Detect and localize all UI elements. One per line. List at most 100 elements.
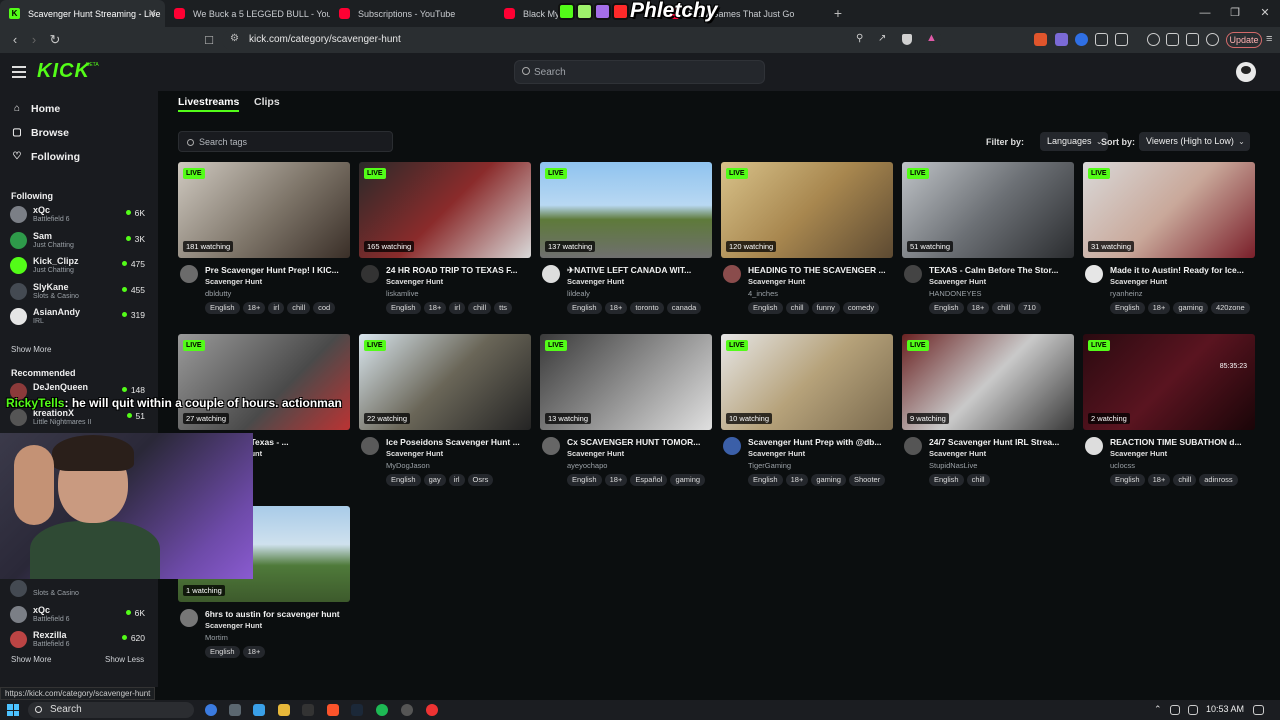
settings-icon[interactable] [229,704,241,716]
stream-tag[interactable]: 18+ [1147,474,1171,486]
avatar[interactable] [361,437,379,455]
avatar[interactable] [1085,437,1103,455]
stream-tag[interactable]: 18+ [966,302,990,314]
stream-card[interactable]: LIVE 31 watching Made it to Austin! Ready … [1083,162,1255,327]
stream-tag[interactable]: English [205,302,240,314]
avatar[interactable] [723,437,741,455]
streamer-name[interactable]: HANDONEYES [929,289,982,298]
stream-category[interactable]: Scavenger Hunt [567,449,624,458]
stream-title[interactable]: TEXAS - Calm Before The Stor... [929,265,1073,275]
show-more-recommended-link[interactable]: Show More [11,655,51,664]
stream-title[interactable]: 24 HR ROAD TRIP TO TEXAS F... [386,265,530,275]
stream-thumbnail[interactable]: LIVE 31 watching [1083,162,1255,258]
steam-icon[interactable] [351,704,363,716]
share-icon[interactable]: ↗ [878,33,886,44]
vpn-icon[interactable] [1206,33,1219,46]
stream-tag[interactable]: funny [811,302,840,314]
browser-tab[interactable]: Subscriptions - YouTube [330,0,495,27]
stream-card[interactable]: LIVE 51 watching TEXAS - Calm Before The S… [902,162,1074,327]
stream-title[interactable]: Cx SCAVENGER HUNT TOMOR... [567,437,711,447]
stream-thumbnail[interactable]: LIVE 9 watching [902,334,1074,430]
user-avatar[interactable] [1236,62,1256,82]
sidebar-nav-home[interactable]: ⌂ Home [11,101,60,117]
avatar[interactable] [180,609,198,627]
stream-tag[interactable]: English [567,474,602,486]
stream-title[interactable]: 6hrs to austin for scavenger hunt [205,609,349,619]
stream-category[interactable]: Scavenger Hunt [1110,277,1167,286]
stream-title[interactable]: Made it to Austin! Ready for Ice... [1110,265,1254,275]
sidebar-channel[interactable]: xQc Battlefield 6 6K [10,203,150,227]
stream-title[interactable]: HEADING TO THE SCAVENGER ... [748,265,892,275]
stream-category[interactable]: Scavenger Hunt [205,277,262,286]
stream-thumbnail[interactable]: LIVE 10 watching [721,334,893,430]
spotify-icon[interactable] [376,704,388,716]
obs-icon[interactable] [401,704,413,716]
stream-tag[interactable]: 18+ [242,302,266,314]
notifications-icon[interactable] [1253,705,1264,715]
stream-thumbnail[interactable]: LIVE 120 watching [721,162,893,258]
language-filter-dropdown[interactable]: Languages ⌄ [1040,132,1108,151]
stream-card[interactable]: LIVE 22 watching Ice Poseidons Scavenger H… [359,334,531,499]
sidebar-channel[interactable]: Sam Just Chatting 3K [10,229,150,253]
avatar[interactable] [180,265,198,283]
browser-tab[interactable]: We Buck a 5 LEGGED BULL - YouTube [165,0,330,27]
file-explorer-icon[interactable] [278,704,290,716]
avatar[interactable] [723,265,741,283]
stream-title[interactable]: Scavenger Hunt Prep with @db... [748,437,892,447]
streamer-name[interactable]: 4_inches [748,289,778,298]
extension-icon[interactable] [1055,33,1068,46]
stream-thumbnail[interactable]: LIVE 27 watching [178,334,350,430]
stream-tag[interactable]: English [1110,302,1145,314]
extensions-puzzle-icon[interactable] [1095,33,1108,46]
stream-tag[interactable]: gaming [1173,302,1208,314]
stream-title[interactable]: ✈NATIVE LEFT CANADA WIT... [567,265,711,276]
shield-icon[interactable] [902,34,912,45]
stream-tag[interactable]: English [1110,474,1145,486]
back-icon[interactable]: ‹ [6,31,24,49]
sidebar-nav-following[interactable]: ♡ Following [11,149,80,165]
tray-chevron-up-icon[interactable]: ⌃ [1154,704,1162,715]
sidebar-toggle-icon[interactable] [1166,33,1179,46]
avatar[interactable] [542,265,560,283]
new-tab-button[interactable]: + [825,0,851,27]
zoom-icon[interactable]: ⚲ [856,33,863,44]
stream-category[interactable]: Scavenger Hunt [1110,449,1167,458]
stream-tag[interactable]: English [567,302,602,314]
stream-tag[interactable]: adinross [1199,474,1238,486]
stream-tag[interactable]: irl [268,302,285,314]
tab-clips[interactable]: Clips [254,96,280,108]
stream-category[interactable]: Scavenger Hunt [386,449,443,458]
streamer-name[interactable]: MyDogJason [386,461,430,470]
sidebar-channel[interactable]: xQc Battlefield 6 6K [10,603,150,627]
stream-title[interactable]: REACTION TIME SUBATHON d... [1110,437,1254,447]
stream-thumbnail[interactable]: LIVE 2 watching 85:35:23 [1083,334,1255,430]
stream-thumbnail[interactable]: LIVE 165 watching [359,162,531,258]
stream-card[interactable]: LIVE 10 watching Scavenger Hunt Prep with … [721,334,893,499]
sidebar-channel[interactable]: SlyKane Slots & Casino 455 [10,280,150,304]
stream-tag[interactable]: Español [630,474,668,486]
stream-tag[interactable]: English [386,302,421,314]
window-close-icon[interactable]: ✕ [1250,0,1280,27]
forward-icon[interactable]: › [25,31,43,49]
stream-tag[interactable]: chill [785,302,809,314]
sidebar-channel[interactable]: AsianAndy IRL 319 [10,305,150,329]
tray-icon[interactable] [1188,705,1198,715]
stream-card[interactable]: LIVE 13 watching Cx SCAVENGER HUNT TOMOR..… [540,334,712,499]
stream-category[interactable]: Scavenger Hunt [929,449,986,458]
rewards-icon[interactable]: ▲ [926,32,937,44]
stream-tag[interactable]: 18+ [785,474,809,486]
tag-search[interactable] [178,131,393,152]
streamer-name[interactable]: lildealy [567,289,590,298]
stream-tag[interactable]: English [748,474,783,486]
address-bar[interactable]: ⚙ kick.com/category/scavenger-hunt ⚲ ↗ ▲ [222,30,942,50]
kick-logo[interactable]: KICK [37,60,90,83]
extension-icon[interactable] [1034,33,1047,46]
stream-thumbnail[interactable]: LIVE 51 watching [902,162,1074,258]
sidebar-channel[interactable]: Rexzilla Battlefield 6 620 [10,628,150,652]
sort-dropdown[interactable]: Viewers (High to Low) ⌄ [1139,132,1250,151]
menu-icon[interactable]: ≡ [1266,33,1272,45]
wallet-icon[interactable] [1115,33,1128,46]
stream-tag[interactable]: cod [313,302,336,314]
stream-tag[interactable]: 18+ [423,302,447,314]
windows-start-icon[interactable] [7,704,19,716]
